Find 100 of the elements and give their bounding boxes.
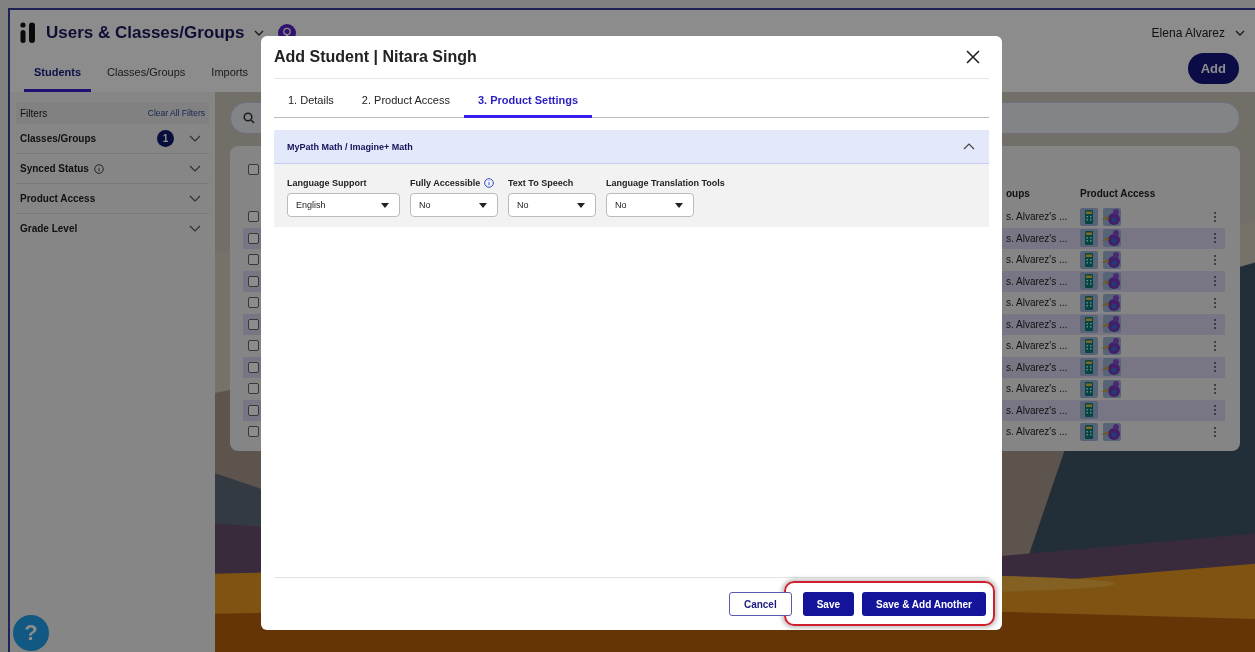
creature-icon (1101, 272, 1121, 291)
calculator-icon (1080, 379, 1098, 398)
row-checkbox[interactable] (248, 383, 259, 395)
nav-tab[interactable]: Imports (201, 55, 258, 92)
chevron-icon[interactable] (189, 135, 201, 142)
row-checkbox[interactable] (248, 254, 259, 266)
more-options-icon[interactable] (1213, 404, 1217, 417)
more-options-icon[interactable] (1213, 361, 1217, 374)
calculator-icon (1080, 422, 1098, 441)
column-header: oups (1006, 187, 1031, 199)
select-dropdown[interactable]: English (287, 193, 400, 217)
dialog-button[interactable]: Save & Add Another (862, 592, 986, 616)
select-all-checkbox[interactable] (248, 163, 259, 175)
calculator-icon (1080, 315, 1098, 334)
info-icon (93, 163, 104, 174)
caret-icon (675, 202, 683, 208)
row-checkbox[interactable] (248, 318, 259, 330)
table-cell-text: s. Alvarez's ... (1006, 275, 1069, 287)
select-dropdown[interactable]: No (508, 193, 596, 217)
more-options-icon[interactable] (1213, 296, 1217, 309)
column-header: Product Access (1080, 187, 1157, 199)
row-checkbox[interactable] (248, 275, 259, 287)
chevron-icon[interactable] (963, 143, 975, 150)
calculator-icon (1080, 401, 1098, 420)
creature-icon (1101, 336, 1121, 355)
filter-item[interactable]: Synced Status (16, 154, 209, 184)
row-checkbox[interactable] (248, 297, 259, 309)
filter-label: Product Access (20, 193, 96, 204)
chevron-icon[interactable] (189, 195, 201, 202)
search-icon (243, 112, 255, 124)
nav-tab[interactable]: Classes/Groups (97, 55, 196, 92)
setting-label: Language Support (287, 178, 367, 188)
filters-title: Filters (20, 107, 48, 119)
chevron-down-icon[interactable] (1235, 29, 1245, 36)
calculator-icon (1080, 358, 1098, 377)
modal-title: Add Student | Nitara Singh (274, 48, 477, 66)
more-options-icon[interactable] (1213, 382, 1217, 395)
setting-label: Language Translation Tools (606, 178, 725, 188)
setting-label: Text To Speech (508, 178, 574, 188)
calculator-icon (1080, 293, 1098, 312)
user-menu[interactable]: Elena Alvarez (1151, 25, 1225, 40)
row-checkbox[interactable] (248, 361, 259, 373)
table-cell-text: s. Alvarez's ... (1006, 340, 1069, 352)
step-tab[interactable]: 2. Product Access (347, 79, 464, 118)
chevron-down-icon[interactable] (254, 29, 265, 36)
filter-item[interactable]: Grade Level (16, 214, 209, 243)
step-tab[interactable]: 1. Details (274, 79, 348, 118)
calculator-icon (1080, 336, 1098, 355)
filter-item[interactable]: Classes/Groups 1 (16, 124, 209, 154)
creature-icon (1101, 207, 1121, 226)
more-options-icon[interactable] (1213, 232, 1217, 245)
add-button[interactable]: Add (1187, 53, 1239, 84)
more-options-icon[interactable] (1213, 275, 1217, 288)
creature-icon (1101, 315, 1121, 334)
dialog-button[interactable]: Cancel (728, 592, 792, 616)
creature-icon (1101, 250, 1121, 269)
calculator-icon (1080, 272, 1098, 291)
dialog-button[interactable]: Save (802, 592, 855, 616)
row-checkbox[interactable] (248, 404, 259, 416)
table-cell-text: s. Alvarez's ... (1006, 297, 1069, 309)
table-cell-text: s. Alvarez's ... (1006, 383, 1069, 395)
table-cell-text: s. Alvarez's ... (1006, 254, 1069, 266)
calculator-icon (1080, 229, 1098, 248)
table-cell-text: s. Alvarez's ... (1006, 426, 1069, 438)
caret-icon (577, 202, 585, 208)
more-options-icon[interactable] (1213, 339, 1217, 352)
step-tab[interactable]: 3. Product Settings (463, 79, 593, 118)
filter-label: Synced Status (20, 163, 89, 174)
accordion-header[interactable]: MyPath Math / Imagine+ Math (274, 130, 989, 164)
filter-label: Grade Level (20, 223, 78, 234)
row-checkbox[interactable] (248, 232, 259, 244)
more-options-icon[interactable] (1213, 253, 1217, 266)
creature-icon (1101, 422, 1121, 441)
filter-item[interactable]: Product Access (16, 184, 209, 214)
setting-label: Fully Accessible (410, 178, 481, 188)
clear-filters-link[interactable]: Clear All Filters (147, 108, 205, 118)
chevron-icon[interactable] (189, 225, 201, 232)
row-checkbox[interactable] (248, 340, 259, 352)
info-icon (484, 178, 495, 188)
select-dropdown[interactable]: No (410, 193, 498, 217)
table-cell-text: s. Alvarez's ... (1006, 361, 1069, 373)
creature-icon (1101, 358, 1121, 377)
filter-label: Classes/Groups (20, 133, 97, 144)
count-badge: 1 (157, 130, 174, 147)
more-options-icon[interactable] (1213, 318, 1217, 331)
caret-icon (479, 202, 487, 208)
table-cell-text: s. Alvarez's ... (1006, 211, 1069, 223)
calculator-icon (1080, 207, 1098, 226)
calculator-icon (1080, 250, 1098, 269)
select-dropdown[interactable]: No (606, 193, 694, 217)
app-title: Users & Classes/Groups (46, 22, 245, 43)
more-options-icon[interactable] (1213, 210, 1217, 223)
more-options-icon[interactable] (1213, 425, 1217, 438)
table-cell-text: s. Alvarez's ... (1006, 404, 1069, 416)
close-icon[interactable] (966, 50, 980, 64)
row-checkbox[interactable] (248, 426, 259, 438)
chevron-icon[interactable] (189, 165, 201, 172)
row-checkbox[interactable] (248, 211, 259, 223)
table-cell-text: s. Alvarez's ... (1006, 232, 1069, 244)
creature-icon (1101, 379, 1121, 398)
